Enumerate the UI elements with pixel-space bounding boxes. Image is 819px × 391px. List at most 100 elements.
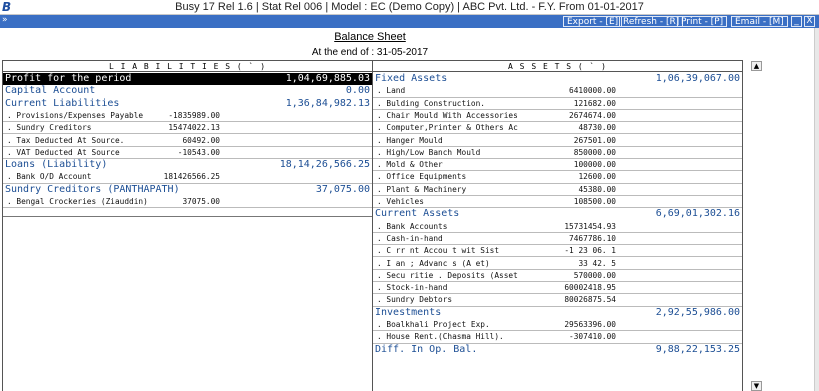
ledger-row[interactable]: . Chair Mould With Accessories 2674674.00 bbox=[373, 110, 742, 123]
expand-arrow-icon[interactable]: » bbox=[2, 15, 8, 25]
ledger-row[interactable]: . Bank O/D Account 181426566.25 bbox=[3, 171, 372, 184]
ledger-label: . Stock-in-hand bbox=[377, 283, 448, 293]
ledger-amount: 6410000.00 bbox=[569, 86, 616, 96]
scroll-down-button[interactable]: ▼ bbox=[751, 381, 762, 391]
group-amount: 1,06,39,067.00 bbox=[655, 73, 740, 84]
ledger-label: . Bank O/D Account bbox=[7, 172, 92, 182]
ledger-row[interactable]: . High/Low Banch Mould 850000.00 bbox=[373, 147, 742, 160]
group-row[interactable]: Profit for the period 1,04,69,885.03 bbox=[3, 73, 372, 86]
ledger-row[interactable]: . Bengal Crockeries (Ziauddin) 37075.00 bbox=[3, 196, 372, 209]
ledger-amount: 15474022.13 bbox=[168, 123, 220, 133]
window-title: Busy 17 Rel 1.6 | Stat Rel 006 | Model :… bbox=[175, 1, 644, 13]
ledger-amount: 48730.00 bbox=[578, 123, 616, 133]
ledger-row[interactable]: . Vehicles 108500.00 bbox=[373, 196, 742, 209]
title-bar: B Busy 17 Rel 1.6 | Stat Rel 006 | Model… bbox=[0, 0, 819, 15]
ledger-row[interactable]: . Computer,Printer & Others Ac 48730.00 bbox=[373, 122, 742, 135]
ledger-row[interactable]: . Bank Accounts 15731454.93 bbox=[373, 221, 742, 233]
ledger-amount: 121682.00 bbox=[573, 98, 616, 108]
ledger-amount: 29563396.00 bbox=[564, 320, 616, 329]
group-label: Sundry Creditors (PANTHAPATH) bbox=[5, 183, 180, 195]
group-row[interactable]: Current Assets 6,69,01,302.16 bbox=[373, 208, 742, 220]
group-label: Loans (Liability) bbox=[5, 159, 108, 171]
ledger-row[interactable]: . Boalkhali Project Exp. 29563396.00 bbox=[373, 319, 742, 332]
ledger-row[interactable]: . VAT Deducted At Source -10543.00 bbox=[3, 147, 372, 160]
group-amount: 18,14,26,566.25 bbox=[279, 159, 370, 171]
ledger-row[interactable]: . Hanger Mould 267501.00 bbox=[373, 135, 742, 147]
ledger-label: . Office Equipments bbox=[377, 172, 467, 182]
ledger-label: . Provisions/Expenses Payable bbox=[7, 110, 144, 120]
ledger-label: . Boalkhali Project Exp. bbox=[377, 320, 490, 329]
report-title: Balance Sheet bbox=[334, 31, 406, 43]
ledger-label: . Sundry Creditors bbox=[7, 123, 92, 133]
group-amount: 1,36,84,982.13 bbox=[285, 97, 370, 109]
ledger-amount: 60492.00 bbox=[182, 135, 220, 145]
ledger-row[interactable]: . Mold & Other 100000.00 bbox=[373, 159, 742, 172]
ledger-row[interactable]: . Cash-in-hand 7467786.10 bbox=[373, 233, 742, 246]
ledger-row[interactable]: . I an ; Advanc s (A et) 33 42. 5 bbox=[373, 258, 742, 270]
group-label: Investments bbox=[375, 306, 442, 318]
liabilities-header: L I A B I L I T I E S ( ` ) bbox=[108, 62, 267, 71]
email-button[interactable]: Email - [M] bbox=[731, 16, 788, 27]
refresh-button[interactable]: Refresh - [R] bbox=[619, 16, 684, 27]
group-label: Current Assets bbox=[375, 208, 460, 220]
ledger-row[interactable]: . Secu ritie . Deposits (Asset 570000.00 bbox=[373, 270, 742, 283]
vertical-scrollbar[interactable] bbox=[814, 28, 819, 391]
ledger-label: . House Rent.(Chasma Hill). bbox=[377, 332, 504, 342]
group-row[interactable]: Investments 2,92,55,986.00 bbox=[373, 307, 742, 319]
ledger-amount: 60002418.95 bbox=[564, 283, 616, 293]
group-row[interactable]: Fixed Assets 1,06,39,067.00 bbox=[373, 73, 742, 85]
ledger-label: . Mold & Other bbox=[377, 160, 443, 170]
ledger-amount: 33 42. 5 bbox=[578, 258, 616, 268]
ledger-label: . Chair Mould With Accessories bbox=[377, 110, 518, 120]
ledger-label: . Bulding Construction. bbox=[377, 98, 485, 108]
liabilities-end-line bbox=[3, 216, 372, 217]
ledger-amount: -10543.00 bbox=[177, 147, 220, 157]
scroll-up-button[interactable]: ▲ bbox=[751, 61, 762, 71]
ledger-row[interactable]: . Land 6410000.00 bbox=[373, 85, 742, 98]
ledger-label: . Secu ritie . Deposits (Asset bbox=[377, 270, 518, 280]
close-button[interactable]: X bbox=[804, 16, 815, 27]
ledger-row[interactable]: . Tax Deducted At Source. 60492.00 bbox=[3, 135, 372, 147]
ledger-row[interactable]: . House Rent.(Chasma Hill). -307410.00 bbox=[373, 331, 742, 344]
ledger-amount: 2674674.00 bbox=[569, 110, 616, 120]
ledger-row[interactable]: . Provisions/Expenses Payable -1835989.00 bbox=[3, 110, 372, 123]
ledger-label: . Cash-in-hand bbox=[377, 233, 443, 243]
group-label: Capital Account bbox=[5, 85, 96, 97]
ledger-amount: 80026875.54 bbox=[564, 295, 616, 305]
ledger-amount: 12600.00 bbox=[578, 172, 616, 182]
ledger-amount: 7467786.10 bbox=[569, 233, 616, 243]
export-button[interactable]: Export - [E] bbox=[563, 16, 623, 27]
ledger-row[interactable]: . Plant & Machinery 45380.00 bbox=[373, 184, 742, 196]
ledger-label: . Plant & Machinery bbox=[377, 184, 467, 194]
ledger-label: . Sundry Debtors bbox=[377, 295, 453, 305]
ledger-amount: 850000.00 bbox=[573, 147, 616, 157]
ledger-row[interactable]: . Stock-in-hand 60002418.95 bbox=[373, 282, 742, 295]
minimize-button[interactable]: _ bbox=[791, 16, 802, 27]
group-label: Current Liabilities bbox=[5, 97, 120, 109]
group-row[interactable]: Sundry Creditors (PANTHAPATH) 37,075.00 bbox=[3, 184, 372, 196]
ledger-row[interactable]: . Sundry Creditors 15474022.13 bbox=[3, 122, 372, 135]
ledger-amount: 37075.00 bbox=[182, 197, 220, 206]
ledger-row[interactable]: . Sundry Debtors 80026875.54 bbox=[373, 294, 742, 307]
group-amount: 9,88,22,153.25 bbox=[655, 343, 740, 355]
group-label: Fixed Assets bbox=[375, 73, 448, 84]
print-button[interactable]: Print - [P] bbox=[677, 16, 728, 27]
ledger-row[interactable]: . Office Equipments 12600.00 bbox=[373, 171, 742, 184]
assets-header: A S S E T S ( ` ) bbox=[508, 62, 607, 71]
group-row[interactable]: Current Liabilities 1,36,84,982.13 bbox=[3, 98, 372, 110]
group-row[interactable]: Capital Account 0.00 bbox=[3, 85, 372, 97]
group-row[interactable]: Loans (Liability) 18,14,26,566.25 bbox=[3, 159, 372, 171]
ledger-label: . VAT Deducted At Source bbox=[7, 147, 120, 157]
ledger-row[interactable]: . C rr nt Accou t wit Sist -1 23 06. 1 bbox=[373, 245, 742, 258]
ledger-label: . High/Low Banch Mould bbox=[377, 147, 481, 157]
group-amount: 0.00 bbox=[345, 85, 370, 97]
toolbar: » Export - [E] Refresh - [R] Print - [P]… bbox=[0, 15, 819, 28]
group-amount: 2,92,55,986.00 bbox=[655, 306, 740, 318]
balance-sheet-table: L I A B I L I T I E S ( ` ) A S S E T S … bbox=[2, 60, 743, 391]
ledger-row[interactable]: . Bulding Construction. 121682.00 bbox=[373, 98, 742, 110]
group-label: Diff. In Op. Bal. bbox=[375, 343, 478, 355]
ledger-label: . Hanger Mould bbox=[377, 135, 443, 145]
group-amount: 1,04,69,885.03 bbox=[285, 73, 370, 84]
group-row[interactable]: Diff. In Op. Bal. 9,88,22,153.25 bbox=[373, 344, 742, 356]
ledger-amount: 181426566.25 bbox=[163, 172, 220, 182]
